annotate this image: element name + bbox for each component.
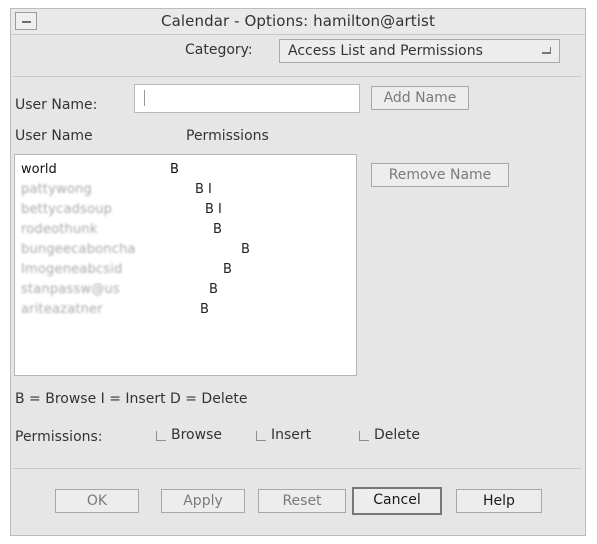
- cancel-button[interactable]: Cancel: [352, 487, 442, 515]
- add-name-button[interactable]: Add Name: [371, 86, 469, 110]
- text-caret-icon: [144, 90, 145, 106]
- ok-button[interactable]: OK: [55, 489, 139, 513]
- list-item-user: world: [21, 162, 57, 177]
- list-item-permissions: B: [213, 222, 222, 237]
- category-menu[interactable]: Access List and Permissions: [279, 39, 560, 63]
- delete-checkbox-label: Delete: [374, 427, 420, 443]
- category-label: Category:: [185, 42, 253, 58]
- top-separator: [13, 76, 581, 77]
- list-header-user-name: User Name: [15, 128, 93, 144]
- list-item-user: bettycadsoup: [21, 202, 113, 217]
- list-item-user: Imogeneabcsid: [21, 262, 123, 277]
- apply-button[interactable]: Apply: [161, 489, 245, 513]
- list-item-permissions: B: [223, 262, 232, 277]
- reset-button[interactable]: Reset: [258, 489, 346, 513]
- list-item-permissions: B I: [195, 182, 212, 197]
- list-item[interactable]: ariteazatner B: [15, 302, 356, 322]
- checkbox-icon: [256, 431, 266, 441]
- permissions-label: Permissions:: [15, 429, 103, 445]
- list-item[interactable]: Imogeneabcsid B: [15, 262, 356, 282]
- browse-checkbox-label: Browse: [171, 427, 222, 443]
- list-item-permissions: B: [200, 302, 209, 317]
- list-item-permissions: B: [209, 282, 218, 297]
- list-item-user: rodeothunk: [21, 222, 98, 237]
- list-item-user: pattywong: [21, 182, 92, 197]
- menu-arrow-icon: [542, 47, 551, 54]
- permissions-legend: B = Browse I = Insert D = Delete: [15, 391, 248, 407]
- list-item[interactable]: stanpassw@us B: [15, 282, 356, 302]
- checkbox-icon: [156, 431, 166, 441]
- window-title: Calendar - Options: hamilton@artist: [161, 12, 435, 30]
- list-item[interactable]: bungeecaboncha B: [15, 242, 356, 262]
- list-item[interactable]: world B: [15, 162, 356, 182]
- checkbox-icon: [359, 431, 369, 441]
- help-button[interactable]: Help: [456, 489, 542, 513]
- list-item[interactable]: rodeothunk B: [15, 222, 356, 242]
- list-item-permissions: B I: [205, 202, 222, 217]
- bottom-separator: [13, 468, 581, 469]
- list-item-permissions: B: [170, 162, 179, 177]
- title-bar: Calendar - Options: hamilton@artist: [11, 9, 585, 35]
- user-name-label: User Name:: [15, 97, 98, 113]
- list-item-user: stanpassw@us: [21, 282, 120, 297]
- remove-name-button[interactable]: Remove Name: [371, 163, 509, 187]
- list-item-permissions: B: [241, 242, 250, 257]
- list-item-user: bungeecaboncha: [21, 242, 136, 257]
- list-item-user: ariteazatner: [21, 302, 103, 317]
- category-selected-value: Access List and Permissions: [288, 43, 483, 59]
- access-list[interactable]: world B pattywong B I bettycadsoup B I r…: [14, 154, 357, 376]
- list-item[interactable]: pattywong B I: [15, 182, 356, 202]
- user-name-input[interactable]: [134, 84, 360, 113]
- list-header-permissions: Permissions: [186, 128, 269, 144]
- insert-checkbox-label: Insert: [271, 427, 312, 443]
- list-item[interactable]: bettycadsoup B I: [15, 202, 356, 222]
